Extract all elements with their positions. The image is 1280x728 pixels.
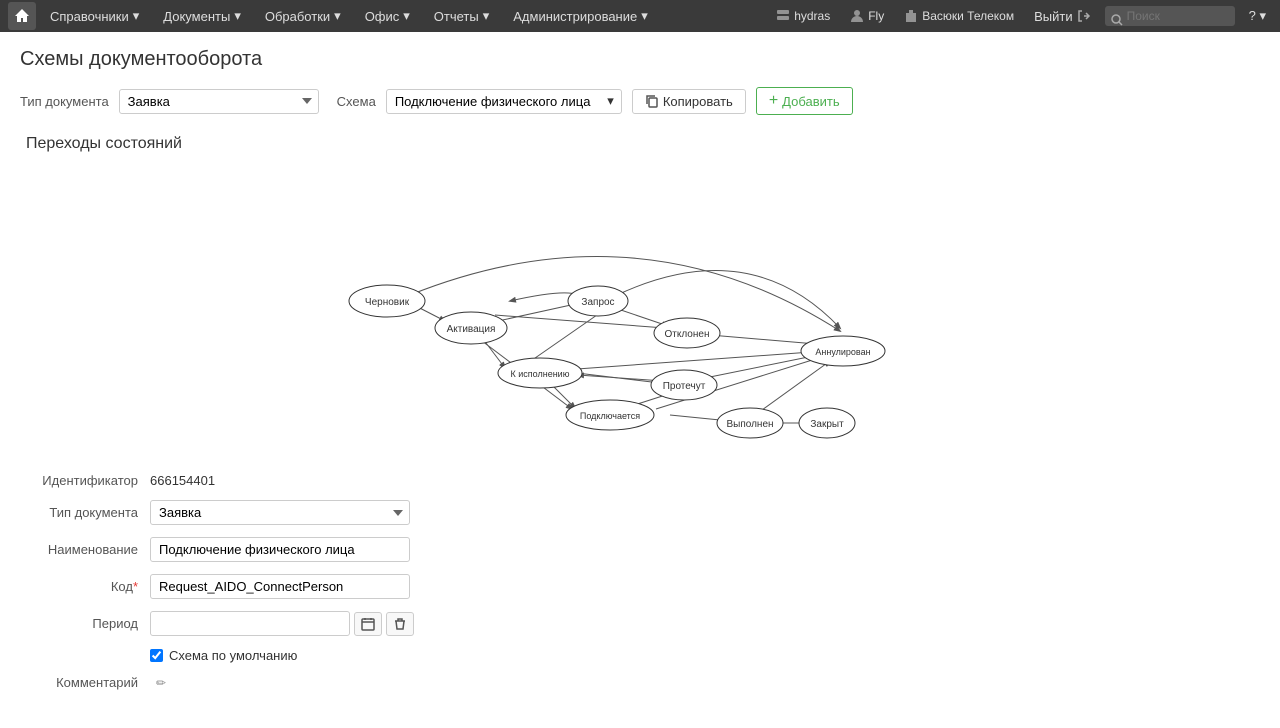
period-inputs [150,611,414,636]
badge-hydras: hydras [770,9,836,23]
svg-text:Протечут: Протечут [663,381,706,392]
nav-ofis[interactable]: Офис ▾ [355,0,420,32]
period-label: Период [20,616,150,631]
doc-type-label: Тип документа [20,94,109,109]
home-icon [14,8,30,24]
svg-text:К исполнению: К исполнению [511,369,570,379]
chevron-down-icon: ▾ [234,8,241,24]
chevron-down-icon: ▾ [641,8,648,24]
chevron-down-icon: ▾ [133,8,140,24]
nav-dokumenty[interactable]: Документы ▾ [153,0,251,32]
clear-period-button[interactable] [386,612,414,636]
chevron-down-icon: ▾ [483,8,490,24]
svg-text:Подключается: Подключается [580,411,640,421]
diagram-area: Черновик Активация Запрос Отклонен К исп… [20,163,1260,453]
state-diagram: Черновик Активация Запрос Отклонен К исп… [330,173,950,443]
help-button[interactable]: ? ▾ [1243,8,1272,24]
id-label: Идентификатор [20,473,150,488]
plus-icon: + [769,92,778,110]
signout-button[interactable]: Выйти [1028,9,1097,24]
comment-row: Комментарий ✏ [20,675,1260,690]
badge-company: Васюки Телеком [898,9,1020,23]
nav-administrirovanie[interactable]: Администрирование ▾ [503,0,658,32]
badge-fly: Fly [844,9,890,23]
user-icon [850,9,864,23]
schema-select[interactable]: Подключение физического лица [386,89,622,114]
chevron-down-icon: ▾ [1259,8,1266,23]
name-row: Наименование [20,537,1260,562]
add-button[interactable]: + Добавить [756,87,853,115]
svg-text:Запрос: Запрос [581,297,614,308]
trash-icon [393,617,407,631]
nav-spravochniki[interactable]: Справочники ▾ [40,0,149,32]
svg-text:Черновик: Черновик [365,297,410,308]
main-content: Схемы документооборота Тип документа Зая… [0,32,1280,728]
chevron-down-icon: ▾ [403,8,410,24]
code-row: Код* [20,574,1260,599]
calendar-icon [361,617,375,631]
nav-otchety[interactable]: Отчеты ▾ [424,0,499,32]
schema-select-wrapper: Подключение физического лица ▾ [386,89,622,114]
svg-text:Активация: Активация [447,324,496,335]
form-section: Идентификатор 666154401 Тип документа За… [20,473,1260,712]
default-schema-row: Схема по умолчанию [20,648,1260,663]
id-row: Идентификатор 666154401 [20,473,1260,488]
code-input[interactable] [150,574,410,599]
toolbar: Тип документа Заявка Схема Подключение ф… [20,87,1260,115]
doc-type-field-select[interactable]: Заявка [150,500,410,525]
default-schema-checkbox[interactable] [150,649,163,662]
schema-label: Схема [337,94,376,109]
name-label: Наименование [20,542,150,557]
id-value: 666154401 [150,473,215,488]
search-container [1105,6,1235,26]
building-icon [904,9,918,23]
comment-edit-icon[interactable]: ✏ [156,676,166,690]
name-input[interactable] [150,537,410,562]
chevron-down-icon: ▾ [334,8,341,24]
copy-button[interactable]: Копировать [632,89,746,114]
required-star: * [133,579,138,594]
home-button[interactable] [8,2,36,30]
calendar-button[interactable] [354,612,382,636]
svg-text:Закрыт: Закрыт [810,419,844,430]
comment-label: Комментарий [20,675,150,690]
server-icon [776,9,790,23]
period-row: Период [20,611,1260,636]
default-schema-label: Схема по умолчанию [169,648,297,663]
page-title: Схемы документооборота [20,48,1260,71]
search-input[interactable] [1105,6,1235,26]
doc-type-field-label: Тип документа [20,505,150,520]
navbar: Справочники ▾ Документы ▾ Обработки ▾ Оф… [0,0,1280,32]
doc-type-row: Тип документа Заявка [20,500,1260,525]
period-input[interactable] [150,611,350,636]
nav-obrabotki[interactable]: Обработки ▾ [255,0,351,32]
svg-text:Выполнен: Выполнен [726,419,773,430]
transitions-title: Переходы состояний [20,135,1260,153]
copy-icon [645,94,659,108]
svg-text:Аннулирован: Аннулирован [815,347,870,357]
code-label: Код* [20,579,150,594]
svg-text:Отклонен: Отклонен [665,329,710,340]
signout-icon [1077,9,1091,23]
doc-type-select[interactable]: Заявка [119,89,319,114]
